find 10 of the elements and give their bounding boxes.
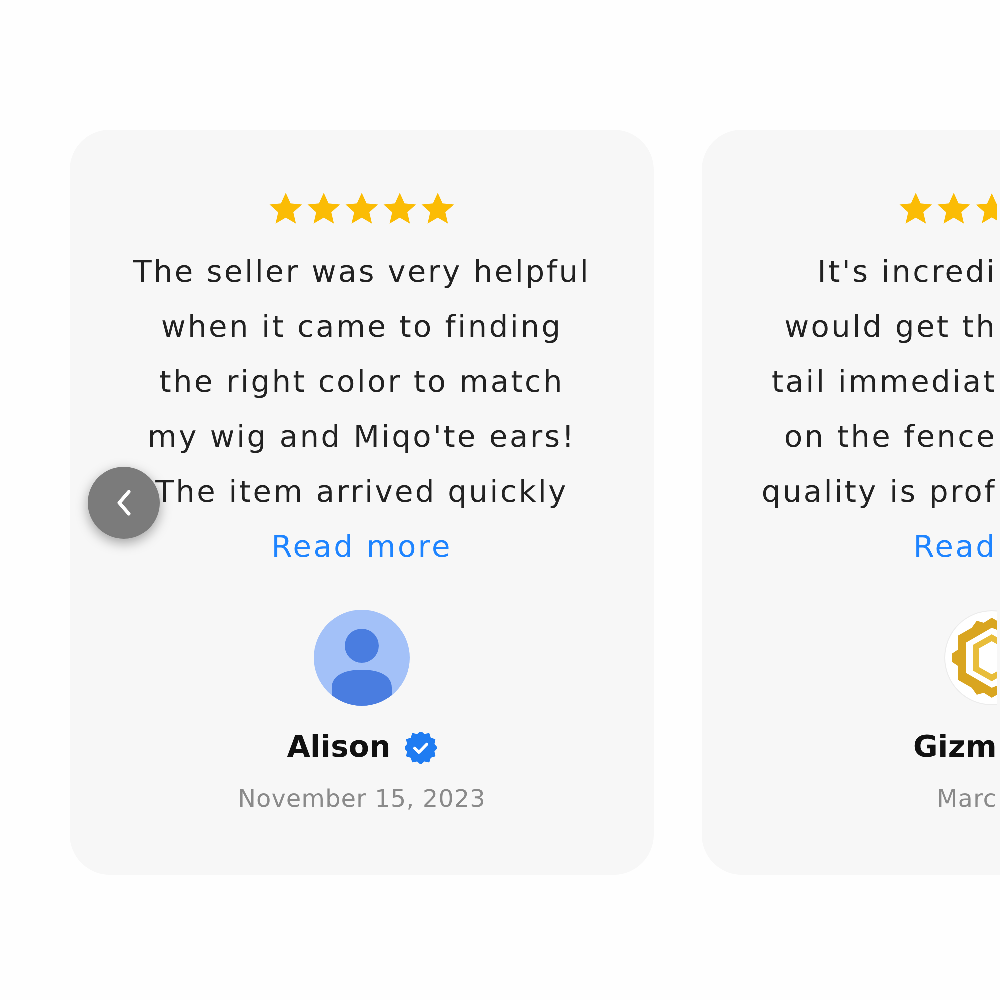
review-date: Marc [937,784,997,814]
review-text: It's incredi would get th tail immediat on the fence quality is prof [762,254,997,512]
reviewer-name: Alison [287,729,391,767]
review-date: November 15, 2023 [238,784,486,814]
avatar-icon [314,610,410,706]
chevron-left-icon [117,490,131,516]
gear-logo-icon [944,610,997,706]
read-more-link[interactable]: Read [914,520,997,575]
reviewer-name: Gizm [913,729,997,767]
read-more-link[interactable]: Read more [272,520,452,575]
